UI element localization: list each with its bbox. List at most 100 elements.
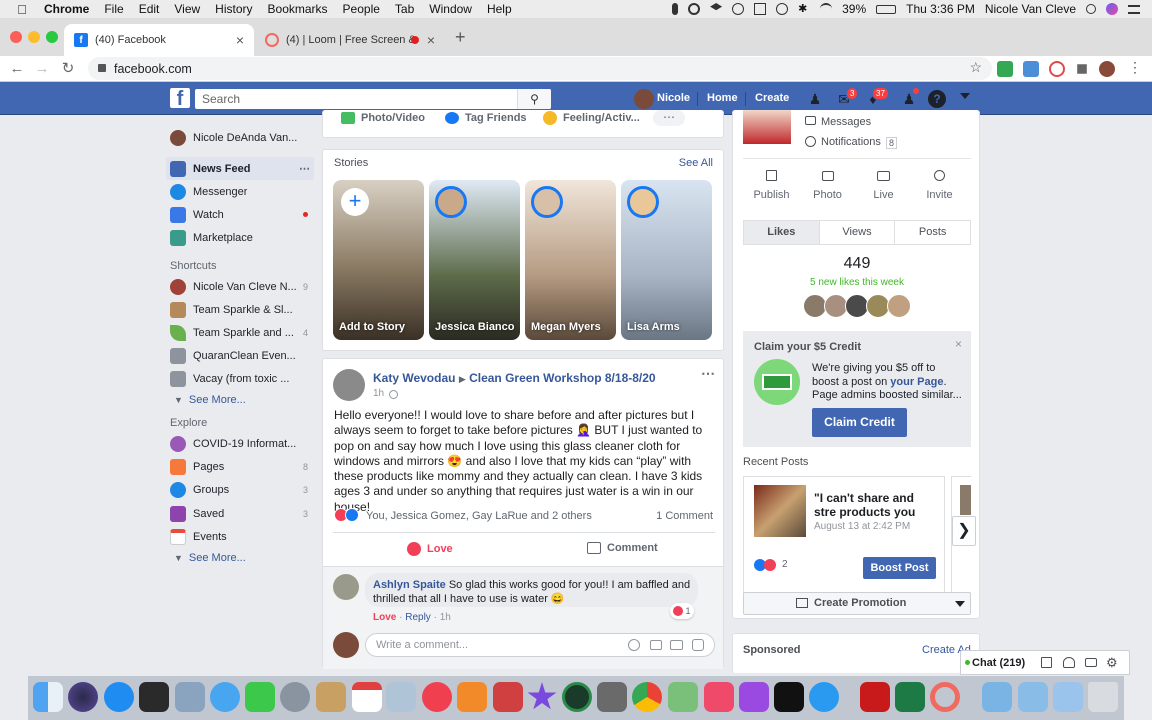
post-timestamp[interactable]: 1h <box>373 388 384 399</box>
chat-bar[interactable]: Chat (219) ⚙ <box>960 650 1130 675</box>
shortcuts-see-more-link[interactable]: ▼ See More... <box>174 394 246 406</box>
page-notifications-link[interactable]: Notifications <box>821 136 881 148</box>
carousel-next-arrow-icon[interactable]: ❯ <box>952 516 976 546</box>
shortcut-item[interactable]: Vacay (from toxic ... <box>166 367 314 390</box>
post-reaction-summary[interactable]: You, Jessica Gomez, Gay LaRue and 2 othe… <box>366 510 592 522</box>
bookmark-star-icon[interactable]: ☆ <box>969 59 982 76</box>
menu-help[interactable]: Help <box>487 2 512 16</box>
chat-settings-gear-icon[interactable]: ⚙ <box>1106 655 1118 671</box>
siri-dock-icon[interactable] <box>68 682 98 712</box>
sidebar-item-groups[interactable]: Groups 3 <box>166 478 314 501</box>
claim-credit-button[interactable]: Claim Credit <box>812 408 907 437</box>
comment-reply-link[interactable]: Reply <box>405 612 431 623</box>
dismiss-close-icon[interactable]: × <box>955 337 962 351</box>
music-icon[interactable] <box>704 682 734 712</box>
story-item[interactable]: Jessica Bianco <box>429 180 520 340</box>
extension-green-icon[interactable] <box>997 61 1013 77</box>
books-icon[interactable] <box>457 682 487 712</box>
commenter-avatar[interactable] <box>333 574 359 600</box>
downloads-folder-icon[interactable] <box>1053 682 1083 712</box>
launchpad-icon[interactable] <box>280 682 310 712</box>
menu-file[interactable]: File <box>104 2 123 16</box>
spotlight-search-icon[interactable] <box>1086 4 1096 14</box>
menu-tab[interactable]: Tab <box>395 2 414 16</box>
commenter-name-link[interactable]: Ashlyn Spaite <box>373 579 446 591</box>
menu-window[interactable]: Window <box>429 2 472 16</box>
shortcut-item[interactable]: Team Sparkle and ... 4 <box>166 321 314 344</box>
liker-avatar[interactable] <box>887 294 911 318</box>
story-add[interactable]: + Add to Story <box>333 180 424 340</box>
extension-grid-icon[interactable] <box>1023 61 1039 77</box>
invite-action[interactable]: Invite <box>917 170 962 201</box>
menu-app-name[interactable]: Chrome <box>44 2 89 16</box>
menu-history[interactable]: History <box>215 2 252 16</box>
url-bar[interactable]: facebook.com ☆ <box>88 57 992 80</box>
composer-photo-video[interactable]: Photo/Video <box>361 112 425 124</box>
tab-views[interactable]: Views <box>820 221 896 244</box>
window-zoom-button[interactable] <box>46 31 58 43</box>
search-icon[interactable]: ⚲ <box>517 89 551 109</box>
extensions-puzzle-icon[interactable] <box>1077 64 1087 74</box>
close-tab-icon[interactable]: × <box>236 32 244 48</box>
loom-dock-icon[interactable] <box>930 682 960 712</box>
menu-user-name[interactable]: Nicole Van Cleve <box>985 2 1076 16</box>
camera-icon[interactable] <box>650 640 662 650</box>
menu-people[interactable]: People <box>343 2 380 16</box>
apple-logo-icon[interactable]:  <box>12 2 32 17</box>
maps-icon[interactable] <box>668 682 698 712</box>
time-machine-icon[interactable] <box>776 3 789 15</box>
excel-icon[interactable] <box>895 682 925 712</box>
post-options-icon[interactable]: ⋯ <box>701 365 715 382</box>
post-author-link[interactable]: Katy Wevodau <box>373 371 455 385</box>
extension-loom-icon[interactable] <box>1049 61 1065 77</box>
comment-love-link[interactable]: Love <box>373 612 396 623</box>
menu-bookmarks[interactable]: Bookmarks <box>268 2 328 16</box>
post-group-link[interactable]: Clean Green Workshop 8/18-8/20 <box>469 371 656 385</box>
podcasts-icon[interactable] <box>739 682 769 712</box>
comment-reaction-pill[interactable]: 1 <box>670 603 694 619</box>
facetime-icon[interactable] <box>245 682 275 712</box>
left-nav-profile[interactable]: Nicole DeAnda Van... <box>166 126 314 149</box>
notification-center-icon[interactable] <box>1128 4 1140 14</box>
cloud-icon[interactable] <box>732 3 745 15</box>
siri-icon[interactable] <box>1106 3 1118 15</box>
clock-icon[interactable] <box>562 682 592 712</box>
page-profile-photo[interactable] <box>743 110 791 144</box>
trash-icon[interactable] <box>1088 682 1118 712</box>
menu-view[interactable]: View <box>174 2 200 16</box>
tab-posts[interactable]: Posts <box>895 221 970 244</box>
more-options-icon[interactable]: ⋯ <box>299 162 310 175</box>
help-icon[interactable]: ? <box>928 90 946 108</box>
live-action[interactable]: Live <box>861 170 906 201</box>
safari-icon[interactable] <box>809 682 839 712</box>
story-item[interactable]: Lisa Arms <box>621 180 712 340</box>
page-messages-link[interactable]: Messages <box>821 116 871 128</box>
gif-icon[interactable] <box>670 640 683 650</box>
close-tab-icon[interactable]: × <box>427 32 435 48</box>
news-icon[interactable] <box>422 682 452 712</box>
back-arrow-icon[interactable]: ← <box>7 59 27 79</box>
composer-feeling[interactable]: Feeling/Activ... <box>563 112 640 124</box>
acrobat-icon[interactable] <box>860 682 890 712</box>
wifi-icon[interactable] <box>820 3 833 15</box>
emoji-icon[interactable] <box>628 639 640 651</box>
window-close-button[interactable] <box>10 31 22 43</box>
sidebar-item-marketplace[interactable]: Marketplace <box>166 226 314 249</box>
finder-icon[interactable] <box>33 682 63 712</box>
love-button[interactable]: Love <box>407 542 453 556</box>
post-comment-count[interactable]: 1 Comment <box>656 510 713 522</box>
chrome-dock-icon[interactable] <box>632 682 662 712</box>
facebook-search-input[interactable]: Search <box>195 89 551 109</box>
battery-percent[interactable]: 39% <box>842 2 866 16</box>
boost-post-button[interactable]: Boost Post <box>863 557 936 579</box>
menu-edit[interactable]: Edit <box>139 2 160 16</box>
apple-tv-icon[interactable] <box>774 682 804 712</box>
composer-tag-friends[interactable]: Tag Friends <box>465 112 527 124</box>
video-call-icon[interactable] <box>1085 658 1097 667</box>
documents-folder-icon[interactable] <box>1018 682 1048 712</box>
account-dropdown-icon[interactable] <box>960 93 970 99</box>
explore-see-more-link[interactable]: ▼ See More... <box>174 552 246 564</box>
applications-folder-icon[interactable] <box>982 682 1012 712</box>
sticker-icon[interactable] <box>692 639 704 651</box>
compose-message-icon[interactable] <box>1041 657 1052 668</box>
